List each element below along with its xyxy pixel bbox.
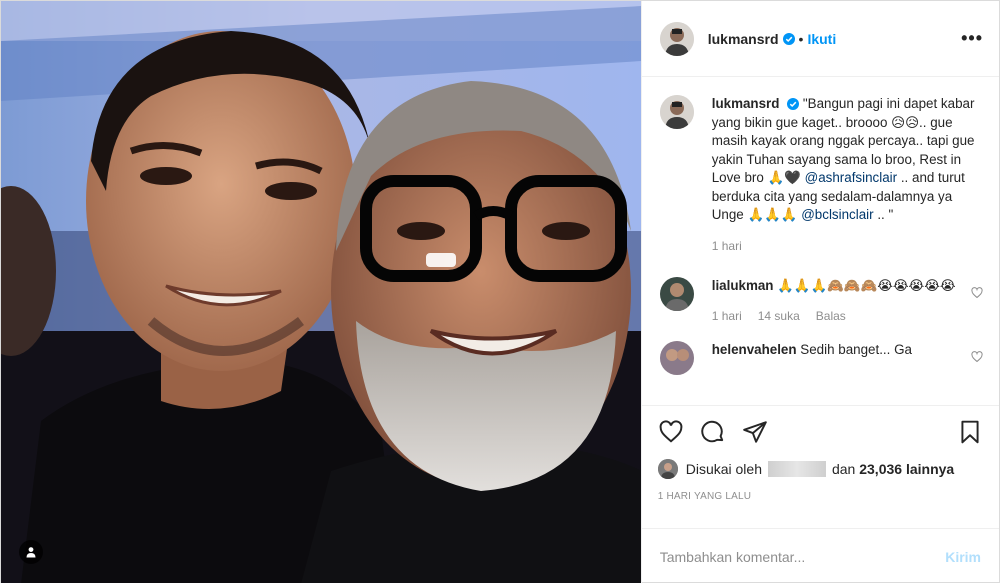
reply-button[interactable]: Balas xyxy=(816,309,846,323)
comment-username[interactable]: lialukman xyxy=(712,278,774,293)
verified-badge-icon xyxy=(787,98,800,111)
like-heart-icon[interactable] xyxy=(658,419,684,445)
mention-link[interactable]: @bclsinclair xyxy=(801,207,873,222)
add-comment-bar: Kirim xyxy=(641,528,999,583)
comment-time[interactable]: 1 hari xyxy=(712,309,742,323)
comment-body: Sedih banget... Ga xyxy=(796,342,912,357)
comment-item: helenvahelen Sedih banget... Ga xyxy=(659,341,983,375)
likes-summary: Disukai oleh dan 23,036 lainnya xyxy=(642,457,999,481)
separator-dot: • xyxy=(798,30,804,47)
comment-like-heart-icon[interactable] xyxy=(971,351,983,363)
comment-item: lialukman 🙏🙏🙏🙈🙈🙈😭😭😭😭😭 1 hari 14 suka Bal… xyxy=(659,276,983,323)
likes-prefix: Disukai oleh xyxy=(685,461,762,477)
comment-text: helenvahelen Sedih banget... Ga xyxy=(712,341,983,360)
likes-conjunction: dan xyxy=(831,461,856,477)
commenter-avatar[interactable] xyxy=(659,276,694,311)
bookmark-save-icon[interactable] xyxy=(957,419,983,445)
comment-username[interactable]: helenvahelen xyxy=(712,342,797,357)
caption-time[interactable]: 1 hari xyxy=(712,239,742,253)
more-options-icon[interactable]: ••• xyxy=(961,28,983,49)
author-username[interactable]: lukmansrd xyxy=(708,31,779,47)
comment-meta: 1 hari 14 suka Balas xyxy=(712,309,983,323)
caption: lukmansrd "Bangun pagi ini dapet kabar y… xyxy=(659,95,983,253)
likes-count[interactable]: 23,036 xyxy=(859,461,902,477)
share-paper-plane-icon[interactable] xyxy=(742,419,768,445)
follow-button[interactable]: Ikuti xyxy=(807,31,836,47)
caption-avatar[interactable] xyxy=(659,95,694,129)
author-avatar[interactable] xyxy=(659,21,694,56)
instagram-post: lukmansrd • Ikuti ••• lukmansrd "Bangun … xyxy=(0,0,1000,583)
caption-username[interactable]: lukmansrd xyxy=(712,96,780,111)
comment-input[interactable] xyxy=(659,548,946,565)
post-photo[interactable] xyxy=(1,1,641,583)
commenter-avatar[interactable] xyxy=(659,341,694,375)
post-comment-button[interactable]: Kirim xyxy=(945,549,981,565)
comment-bubble-icon[interactable] xyxy=(700,419,726,445)
verified-badge-icon xyxy=(782,32,795,45)
caption-meta: 1 hari xyxy=(712,239,983,253)
comment-body: 🙏🙏🙏🙈🙈🙈😭😭😭😭😭 xyxy=(773,277,956,293)
post-header: lukmansrd • Ikuti ••• xyxy=(641,1,999,77)
comment-text: lialukman 🙏🙏🙏🙈🙈🙈😭😭😭😭😭 xyxy=(712,277,983,296)
post-timestamp[interactable]: 1 HARI YANG LALU xyxy=(642,481,999,515)
comment-like-heart-icon[interactable] xyxy=(971,286,983,299)
comment-likes[interactable]: 14 suka xyxy=(758,309,800,323)
comments-list[interactable]: lukmansrd "Bangun pagi ini dapet kabar y… xyxy=(642,77,999,405)
likes-suffix[interactable]: lainnya xyxy=(906,461,954,477)
caption-body-3: .. " xyxy=(873,207,894,222)
caption-text: lukmansrd "Bangun pagi ini dapet kabar y… xyxy=(712,95,983,225)
action-bar xyxy=(641,405,999,457)
liker-name-blurred[interactable] xyxy=(767,461,826,477)
liker-avatar[interactable] xyxy=(657,459,678,479)
photo-illustration xyxy=(1,1,641,583)
post-details-panel: lukmansrd • Ikuti ••• lukmansrd "Bangun … xyxy=(640,1,999,583)
mention-link[interactable]: @ashrafsinclair xyxy=(805,170,897,185)
tagged-user-icon[interactable] xyxy=(19,540,43,564)
